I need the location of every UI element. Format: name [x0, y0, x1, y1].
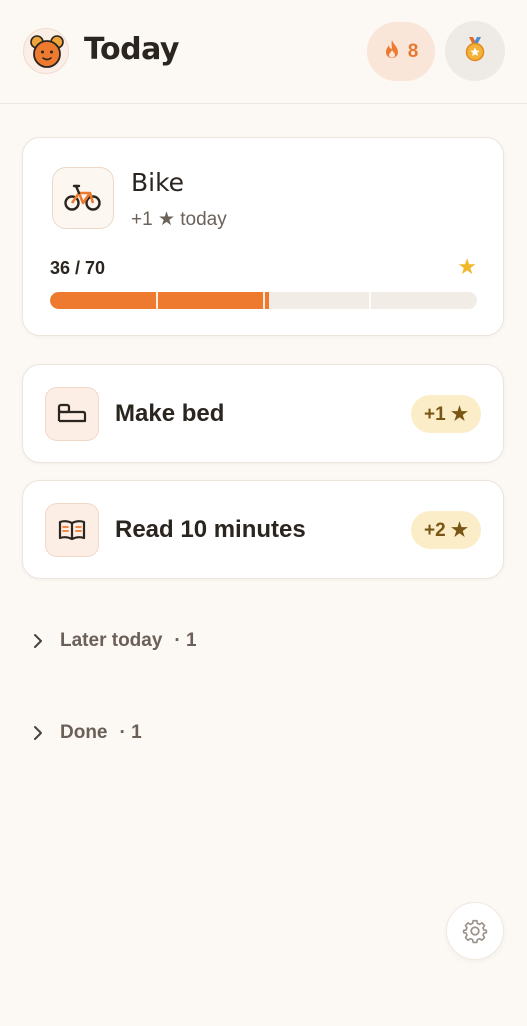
reward-badge: +2 ★: [411, 511, 481, 549]
progress-tick: [369, 292, 371, 309]
header: Today 8: [0, 0, 527, 104]
goal-title: Bike: [131, 168, 185, 197]
progress-tick: [263, 292, 265, 309]
settings-button[interactable]: [446, 902, 504, 960]
section-label: Done: [60, 722, 108, 743]
goal-progress-text: 36 / 70: [50, 258, 106, 278]
medal-button[interactable]: [445, 21, 505, 81]
task-card-read[interactable]: Read 10 minutes +2 ★: [22, 480, 504, 579]
star-icon: ★: [457, 254, 477, 279]
goal-progress-fill: [50, 292, 270, 309]
section-count: · 1: [119, 722, 142, 743]
bear-mascot-icon[interactable]: [23, 28, 69, 74]
section-later-today[interactable]: Later today · 1: [30, 626, 197, 656]
chevron-right-icon: [34, 634, 42, 648]
section-count: · 1: [174, 630, 197, 651]
gear-icon: [462, 919, 488, 944]
task-label: Make bed: [115, 400, 225, 427]
page-title: Today: [84, 32, 179, 67]
bicycle-icon: [52, 167, 114, 229]
open-book-icon: [45, 503, 99, 557]
task-label: Read 10 minutes: [115, 516, 306, 543]
goal-progress-bar: [50, 292, 477, 309]
app-root: Today 8 Bike +1 ★ today 36 / 70 ★ Make b…: [0, 0, 527, 1026]
progress-tick: [156, 292, 158, 309]
streak-button[interactable]: 8: [367, 22, 435, 81]
medal-icon: [464, 36, 486, 67]
chevron-right-icon: [34, 726, 42, 740]
streak-count: 8: [407, 40, 419, 62]
section-done[interactable]: Done · 1: [30, 718, 142, 748]
flame-icon: [384, 39, 400, 64]
goal-card[interactable]: Bike +1 ★ today 36 / 70 ★: [22, 137, 504, 336]
reward-badge: +1 ★: [411, 395, 481, 433]
task-card-make-bed[interactable]: Make bed +1 ★: [22, 364, 504, 463]
section-label: Later today: [60, 630, 163, 651]
goal-subtitle: +1 ★ today: [131, 209, 227, 230]
bed-icon: [45, 387, 99, 441]
